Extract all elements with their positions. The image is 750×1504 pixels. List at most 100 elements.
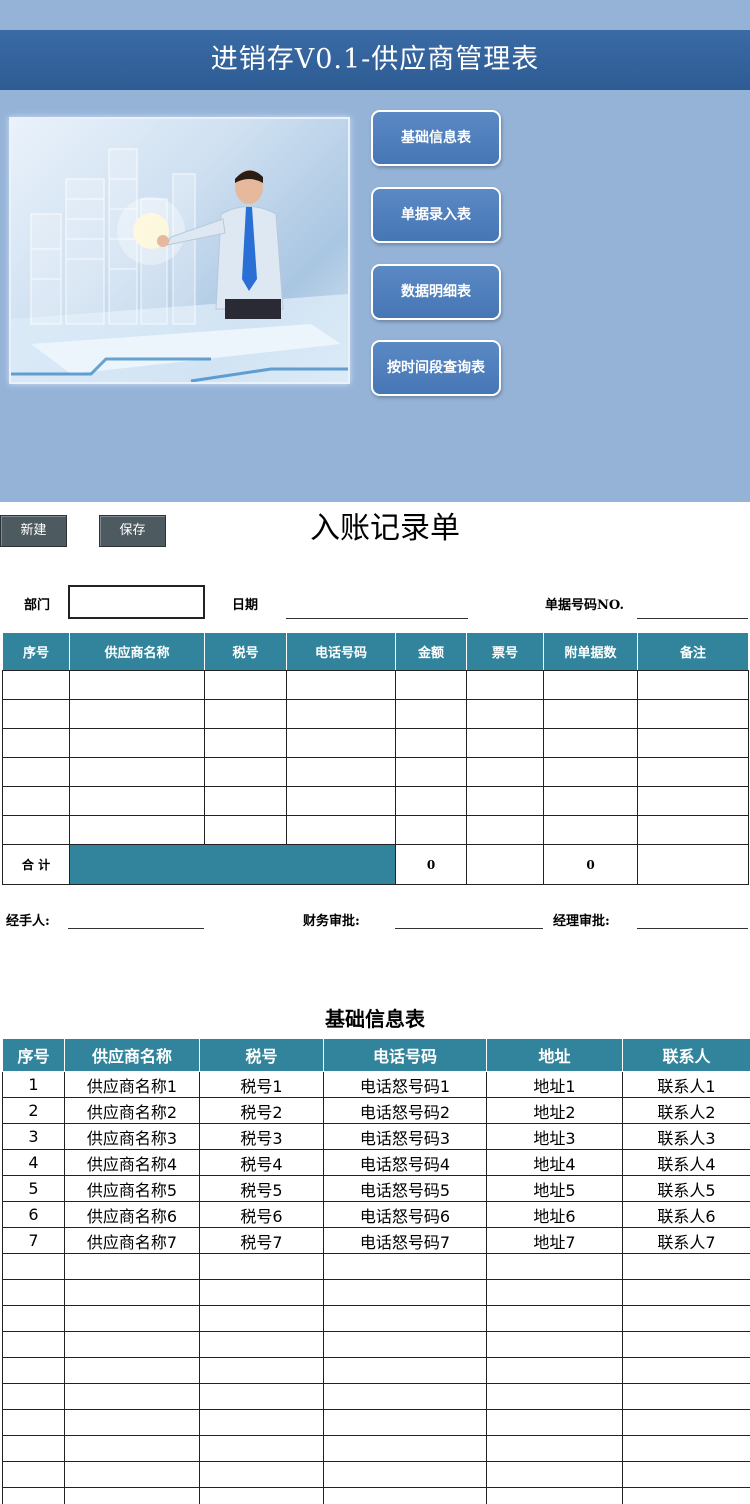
record-cell[interactable] — [204, 670, 287, 700]
info-cell[interactable]: 税号7 — [199, 1227, 324, 1254]
info-cell[interactable] — [64, 1357, 200, 1384]
info-cell[interactable] — [323, 1279, 487, 1306]
docno-field[interactable] — [637, 618, 748, 619]
record-cell[interactable] — [466, 815, 544, 845]
record-cell[interactable] — [395, 728, 467, 758]
info-cell[interactable]: 电话怒号码5 — [323, 1175, 487, 1202]
record-cell[interactable] — [2, 786, 70, 816]
date-field[interactable] — [286, 618, 468, 619]
info-cell[interactable]: 5 — [2, 1175, 65, 1202]
info-cell[interactable] — [2, 1487, 65, 1504]
info-cell[interactable] — [64, 1383, 200, 1410]
info-cell[interactable] — [199, 1305, 324, 1332]
info-cell[interactable] — [622, 1461, 750, 1488]
info-cell[interactable] — [199, 1357, 324, 1384]
info-cell[interactable] — [323, 1331, 487, 1358]
info-cell[interactable] — [2, 1435, 65, 1462]
info-cell[interactable] — [199, 1331, 324, 1358]
record-cell[interactable] — [204, 728, 287, 758]
info-cell[interactable] — [199, 1461, 324, 1488]
info-cell[interactable] — [486, 1279, 623, 1306]
info-cell[interactable]: 供应商名称1 — [64, 1071, 200, 1098]
info-cell[interactable]: 3 — [2, 1123, 65, 1150]
info-cell[interactable] — [486, 1435, 623, 1462]
info-cell[interactable] — [323, 1409, 487, 1436]
info-cell[interactable]: 供应商名称3 — [64, 1123, 200, 1150]
info-cell[interactable]: 供应商名称5 — [64, 1175, 200, 1202]
info-cell[interactable] — [323, 1461, 487, 1488]
info-cell[interactable]: 电话怒号码7 — [323, 1227, 487, 1254]
info-cell[interactable] — [64, 1253, 200, 1280]
info-cell[interactable]: 税号6 — [199, 1201, 324, 1228]
info-cell[interactable]: 地址6 — [486, 1201, 623, 1228]
record-cell[interactable] — [69, 728, 205, 758]
info-cell[interactable]: 地址2 — [486, 1097, 623, 1124]
basic-info-button[interactable]: 基础信息表 — [371, 110, 501, 166]
record-cell[interactable] — [466, 786, 544, 816]
info-cell[interactable] — [2, 1253, 65, 1280]
info-cell[interactable]: 供应商名称6 — [64, 1201, 200, 1228]
info-cell[interactable]: 联系人4 — [622, 1149, 750, 1176]
info-cell[interactable] — [199, 1435, 324, 1462]
record-cell[interactable] — [286, 670, 396, 700]
new-button[interactable]: 新建 — [0, 515, 67, 547]
record-cell[interactable] — [637, 786, 749, 816]
info-cell[interactable] — [323, 1435, 487, 1462]
info-cell[interactable]: 供应商名称4 — [64, 1149, 200, 1176]
info-cell[interactable]: 电话怒号码1 — [323, 1071, 487, 1098]
info-cell[interactable] — [2, 1383, 65, 1410]
record-cell[interactable] — [395, 786, 467, 816]
info-cell[interactable]: 税号3 — [199, 1123, 324, 1150]
info-cell[interactable]: 联系人2 — [622, 1097, 750, 1124]
info-cell[interactable] — [622, 1409, 750, 1436]
record-cell[interactable] — [637, 728, 749, 758]
info-cell[interactable] — [622, 1383, 750, 1410]
record-cell[interactable] — [69, 815, 205, 845]
info-cell[interactable] — [199, 1409, 324, 1436]
record-cell[interactable] — [204, 815, 287, 845]
info-cell[interactable] — [323, 1487, 487, 1504]
info-cell[interactable]: 地址3 — [486, 1123, 623, 1150]
record-cell[interactable] — [286, 786, 396, 816]
record-cell[interactable] — [204, 699, 287, 729]
info-cell[interactable] — [486, 1383, 623, 1410]
record-cell[interactable] — [543, 670, 638, 700]
info-cell[interactable] — [64, 1279, 200, 1306]
record-cell[interactable] — [2, 815, 70, 845]
info-cell[interactable] — [199, 1279, 324, 1306]
info-cell[interactable] — [486, 1487, 623, 1504]
info-cell[interactable]: 税号2 — [199, 1097, 324, 1124]
info-cell[interactable] — [622, 1487, 750, 1504]
info-cell[interactable] — [323, 1305, 487, 1332]
record-cell[interactable] — [466, 757, 544, 787]
info-cell[interactable]: 4 — [2, 1149, 65, 1176]
record-cell[interactable] — [286, 728, 396, 758]
info-cell[interactable] — [64, 1409, 200, 1436]
record-cell[interactable] — [543, 728, 638, 758]
info-cell[interactable] — [486, 1305, 623, 1332]
info-cell[interactable] — [2, 1461, 65, 1488]
info-cell[interactable]: 联系人1 — [622, 1071, 750, 1098]
info-cell[interactable]: 税号5 — [199, 1175, 324, 1202]
info-cell[interactable] — [622, 1279, 750, 1306]
info-cell[interactable]: 7 — [2, 1227, 65, 1254]
record-cell[interactable] — [69, 699, 205, 729]
info-cell[interactable] — [323, 1383, 487, 1410]
info-cell[interactable] — [486, 1331, 623, 1358]
record-cell[interactable] — [204, 757, 287, 787]
record-cell[interactable] — [543, 786, 638, 816]
info-cell[interactable] — [199, 1383, 324, 1410]
info-cell[interactable] — [2, 1305, 65, 1332]
info-cell[interactable]: 联系人6 — [622, 1201, 750, 1228]
record-cell[interactable] — [69, 670, 205, 700]
record-cell[interactable] — [395, 670, 467, 700]
info-cell[interactable] — [64, 1305, 200, 1332]
handler-field[interactable] — [68, 928, 204, 929]
record-cell[interactable] — [2, 670, 70, 700]
record-cell[interactable] — [286, 699, 396, 729]
record-cell[interactable] — [2, 699, 70, 729]
info-cell[interactable] — [199, 1487, 324, 1504]
record-cell[interactable] — [286, 757, 396, 787]
record-cell[interactable] — [637, 757, 749, 787]
info-cell[interactable] — [2, 1279, 65, 1306]
